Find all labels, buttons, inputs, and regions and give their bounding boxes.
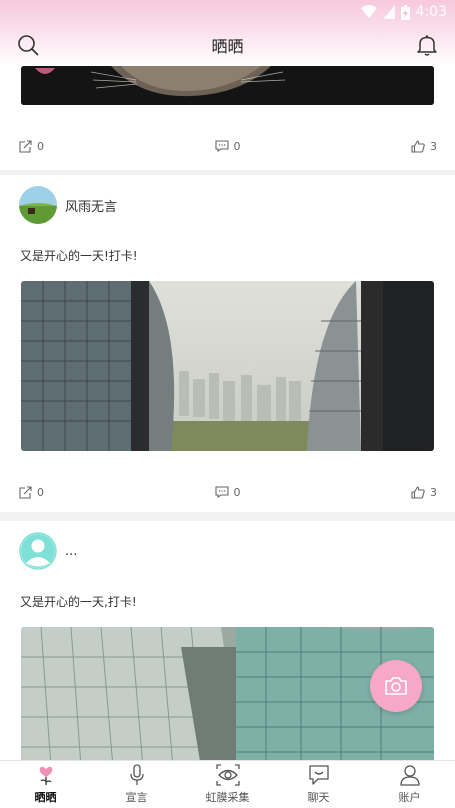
user-icon <box>399 765 420 786</box>
share-icon <box>19 139 32 153</box>
post-card: 风雨无言 又是开心的一天!打卡! 0 0 3 <box>0 175 455 512</box>
share-count: 0 <box>37 485 44 499</box>
post-card: 0 0 3 <box>0 66 455 170</box>
post-photo[interactable] <box>21 281 434 451</box>
share-count: 0 <box>37 139 44 153</box>
tab-label: 晒晒 <box>34 791 57 804</box>
bell-icon[interactable] <box>415 33 439 57</box>
share-icon <box>19 485 32 499</box>
comment-icon <box>214 486 229 498</box>
tab-chat[interactable]: 聊天 <box>273 761 364 808</box>
wifi-icon <box>360 5 377 18</box>
like-count: 3 <box>430 485 437 499</box>
tab-label: 虹膜采集 <box>205 791 250 804</box>
thumbs-up-icon <box>411 139 425 153</box>
camera-fab-button[interactable] <box>370 660 422 712</box>
username[interactable]: 风雨无言 <box>65 196 117 215</box>
page-title: 晒晒 <box>211 37 244 56</box>
tab-account[interactable]: 账户 <box>364 761 455 808</box>
tab-label: 宣言 <box>125 791 148 804</box>
comment-button[interactable]: 0 <box>214 485 241 499</box>
tab-declaration[interactable]: 宣言 <box>91 761 182 808</box>
bottom-tab-bar: 晒晒 宣言 虹膜采集 聊天 账户 <box>0 760 455 808</box>
eye-scan-icon <box>215 764 240 786</box>
camera-icon <box>385 677 407 695</box>
battery-charging-icon <box>400 4 410 20</box>
post-actions: 0 0 3 <box>0 482 455 502</box>
post-text: 又是开心的一天!打卡! <box>20 249 138 263</box>
tab-label: 账户 <box>398 791 421 804</box>
thumbs-up-icon <box>411 485 425 499</box>
post-actions: 0 0 3 <box>0 136 455 156</box>
like-button[interactable]: 3 <box>411 486 437 499</box>
comment-icon <box>214 140 229 152</box>
comment-count: 0 <box>233 139 241 153</box>
status-time: 4:03 <box>415 4 447 20</box>
tab-label: 聊天 <box>307 791 330 804</box>
app-header: 晒晒 <box>0 24 455 66</box>
post-author[interactable]: ... <box>19 532 77 570</box>
post-author[interactable]: 风雨无言 <box>19 186 117 224</box>
comment-count: 0 <box>233 485 241 499</box>
post-card: ... 又是开心的一天,打卡! <box>0 521 455 760</box>
chat-icon <box>308 765 329 785</box>
avatar[interactable] <box>19 186 57 224</box>
post-text: 又是开心的一天,打卡! <box>20 595 137 609</box>
comment-button[interactable]: 0 <box>214 139 241 153</box>
search-icon[interactable] <box>16 33 40 57</box>
tab-shaishai[interactable]: 晒晒 <box>0 761 91 808</box>
post-feed[interactable]: 0 0 3 风雨无言 又是开心的一天!打卡! 0 0 3 ... 又是开心的一天… <box>0 66 455 760</box>
heart-plant-icon <box>39 766 52 785</box>
status-bar: 4:03 <box>0 0 455 24</box>
like-button[interactable]: 3 <box>411 140 437 153</box>
like-count: 3 <box>430 139 437 153</box>
share-button[interactable]: 0 <box>19 140 44 153</box>
signal-icon <box>382 5 395 19</box>
microphone-icon <box>129 764 144 785</box>
username[interactable]: ... <box>65 544 77 559</box>
tab-iris-capture[interactable]: 虹膜采集 <box>182 761 273 808</box>
post-photo[interactable] <box>21 66 434 105</box>
avatar[interactable] <box>19 532 57 570</box>
share-button[interactable]: 0 <box>19 486 44 499</box>
